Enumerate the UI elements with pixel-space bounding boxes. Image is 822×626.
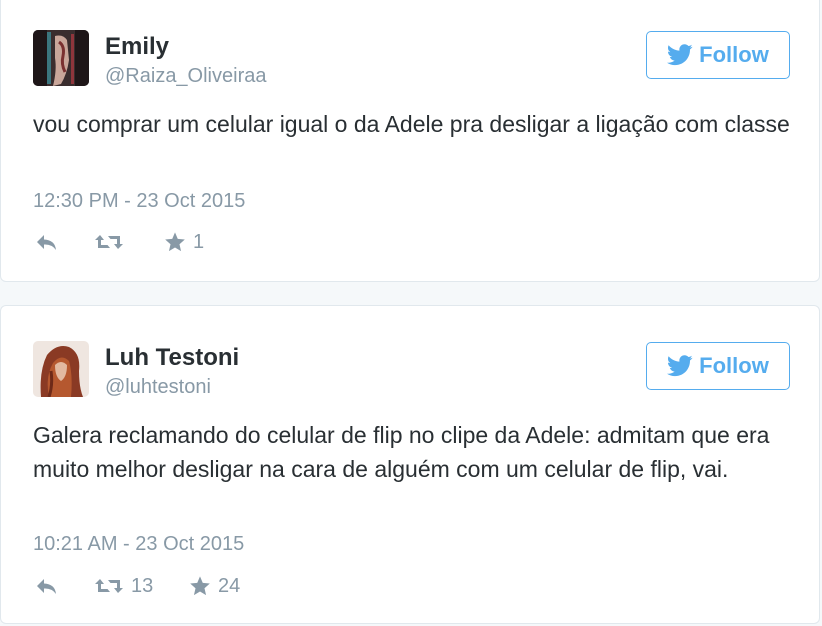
user-name[interactable]: Luh Testoni: [105, 344, 239, 372]
like-count: 24: [218, 574, 241, 597]
retweet-icon: [94, 576, 124, 596]
tweet-card: Emily @Raiza_Oliveiraa Follow vou compra…: [0, 0, 820, 282]
twitter-bird-icon: [667, 355, 693, 377]
user-handle[interactable]: @luhtestoni: [105, 375, 211, 399]
reply-icon: [35, 576, 59, 596]
follow-button[interactable]: Follow: [646, 31, 790, 79]
star-icon: [189, 575, 211, 597]
reply-icon: [35, 232, 59, 252]
retweet-button[interactable]: [94, 228, 131, 256]
avatar[interactable]: [33, 341, 89, 397]
retweet-icon: [94, 232, 124, 252]
reply-button[interactable]: [35, 228, 59, 256]
star-icon: [164, 231, 186, 253]
follow-label: Follow: [699, 42, 769, 67]
retweet-button[interactable]: 13: [94, 572, 153, 600]
tweet-text: Galera reclamando do celular de flip no …: [33, 422, 770, 482]
tweet-text: vou comprar um celular igual o da Adele …: [33, 111, 790, 137]
reply-button[interactable]: [35, 572, 59, 600]
retweet-count: 13: [131, 574, 154, 597]
user-name[interactable]: Emily: [105, 33, 169, 61]
tweet-timestamp[interactable]: 10:21 AM - 23 Oct 2015: [33, 532, 244, 556]
tweet-card: Luh Testoni @luhtestoni Follow Galera re…: [0, 305, 820, 624]
like-button[interactable]: 1: [164, 228, 204, 256]
follow-label: Follow: [699, 353, 769, 378]
like-count: 1: [193, 230, 205, 253]
tweet-timestamp[interactable]: 12:30 PM - 23 Oct 2015: [33, 189, 245, 213]
follow-button[interactable]: Follow: [646, 342, 790, 390]
user-handle[interactable]: @Raiza_Oliveiraa: [105, 64, 266, 88]
like-button[interactable]: 24: [189, 572, 240, 600]
twitter-bird-icon: [667, 44, 693, 66]
avatar[interactable]: [33, 30, 89, 86]
